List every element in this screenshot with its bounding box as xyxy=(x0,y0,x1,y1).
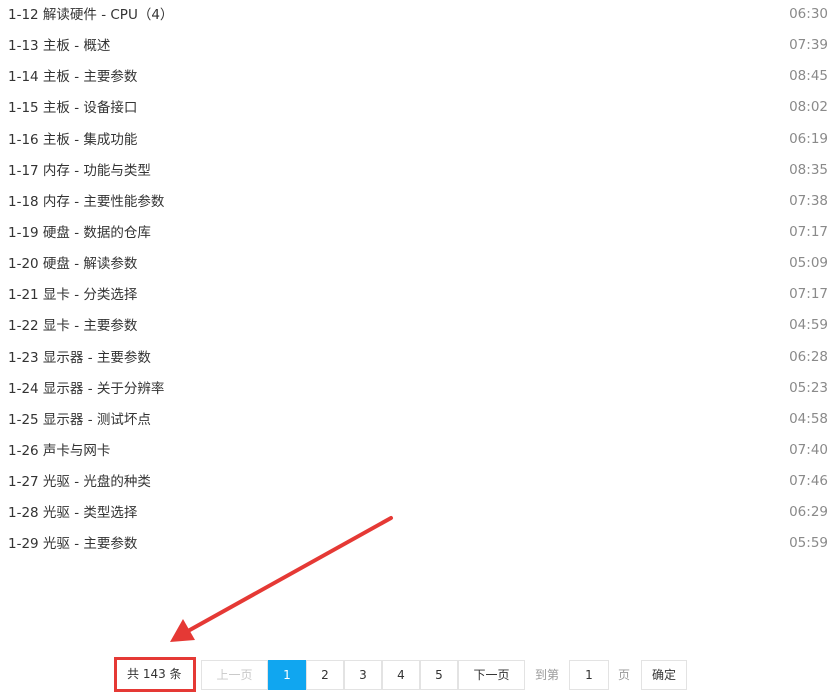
lesson-title: 1-12 解读硬件 - CPU（4） xyxy=(8,7,174,23)
lesson-row[interactable]: 1-21 显卡 - 分类选择 07:17 xyxy=(0,280,834,311)
lesson-row[interactable]: 1-22 显卡 - 主要参数 04:59 xyxy=(0,311,834,342)
lesson-title: 1-20 硬盘 - 解读参数 xyxy=(8,256,138,273)
lesson-title: 1-16 主板 - 集成功能 xyxy=(8,131,138,148)
page-button-3[interactable]: 3 xyxy=(344,660,382,690)
lesson-title: 1-23 显示器 - 主要参数 xyxy=(8,349,151,366)
lesson-duration: 06:30 xyxy=(789,6,828,22)
pagination: 共 143 条 上一页 1 2 3 4 5 下一页 到第 页 确定 xyxy=(114,657,694,692)
lesson-duration: 06:19 xyxy=(789,130,828,147)
lesson-title: 1-17 内存 - 功能与类型 xyxy=(8,162,151,179)
prev-page-button[interactable]: 上一页 xyxy=(201,660,268,690)
lesson-title: 1-26 声卡与网卡 xyxy=(8,442,111,459)
lesson-duration: 07:38 xyxy=(789,192,828,209)
lesson-title: 1-25 显示器 - 测试坏点 xyxy=(8,411,151,428)
page-button-1[interactable]: 1 xyxy=(268,660,306,690)
lesson-row[interactable]: 1-23 显示器 - 主要参数 06:28 xyxy=(0,343,834,374)
lesson-row[interactable]: 1-20 硬盘 - 解读参数 05:09 xyxy=(0,249,834,280)
lesson-title: 1-13 主板 - 概述 xyxy=(8,38,111,55)
page: 1-12 解读硬件 - CPU（4） 06:30 1-13 主板 - 概述 07:3… xyxy=(0,0,834,698)
lesson-row[interactable]: 1-25 显示器 - 测试坏点 04:58 xyxy=(0,405,834,436)
lesson-duration: 08:45 xyxy=(789,68,828,85)
lesson-title: 1-14 主板 - 主要参数 xyxy=(8,69,138,86)
lesson-row[interactable]: 1-28 光驱 - 类型选择 06:29 xyxy=(0,498,834,529)
lesson-duration: 04:58 xyxy=(789,410,828,427)
page-unit-label: 页 xyxy=(617,668,630,682)
lesson-row[interactable]: 1-15 主板 - 设备接口 08:02 xyxy=(0,93,834,124)
total-count: 共 143 条 xyxy=(114,657,196,692)
lesson-title: 1-19 硬盘 - 数据的仓库 xyxy=(8,224,151,241)
lesson-row[interactable]: 1-12 解读硬件 - CPU（4） 06:30 xyxy=(0,0,834,31)
lesson-duration: 07:17 xyxy=(789,286,828,303)
lesson-title: 1-22 显卡 - 主要参数 xyxy=(8,318,138,335)
lesson-title: 1-18 内存 - 主要性能参数 xyxy=(8,193,165,210)
lesson-title: 1-21 显卡 - 分类选择 xyxy=(8,287,138,304)
lesson-row[interactable]: 1-29 光驱 - 主要参数 05:59 xyxy=(0,529,834,560)
confirm-button[interactable]: 确定 xyxy=(641,660,687,690)
lesson-row[interactable]: 1-24 显示器 - 关于分辨率 05:23 xyxy=(0,374,834,405)
lesson-duration: 06:29 xyxy=(789,504,828,521)
lesson-list: 1-12 解读硬件 - CPU（4） 06:30 1-13 主板 - 概述 07:3… xyxy=(0,0,834,561)
lesson-duration: 05:23 xyxy=(789,379,828,396)
lesson-row[interactable]: 1-19 硬盘 - 数据的仓库 07:17 xyxy=(0,218,834,249)
next-page-button[interactable]: 下一页 xyxy=(458,660,525,690)
lesson-title: 1-27 光驱 - 光盘的种类 xyxy=(8,474,151,491)
lesson-title: 1-24 显示器 - 关于分辨率 xyxy=(8,380,165,397)
lesson-duration: 05:59 xyxy=(789,535,828,552)
lesson-duration: 05:09 xyxy=(789,255,828,272)
lesson-duration: 04:59 xyxy=(789,317,828,334)
lesson-row[interactable]: 1-14 主板 - 主要参数 08:45 xyxy=(0,62,834,93)
lesson-title: 1-29 光驱 - 主要参数 xyxy=(8,536,138,553)
lesson-title: 1-15 主板 - 设备接口 xyxy=(8,100,138,117)
lesson-title: 1-28 光驱 - 类型选择 xyxy=(8,505,138,522)
page-button-5[interactable]: 5 xyxy=(420,660,458,690)
goto-label: 到第 xyxy=(534,668,559,682)
lesson-row[interactable]: 1-18 内存 - 主要性能参数 07:38 xyxy=(0,187,834,218)
page-button-2[interactable]: 2 xyxy=(306,660,344,690)
lesson-duration: 07:46 xyxy=(789,473,828,490)
lesson-duration: 07:39 xyxy=(789,37,828,54)
lesson-duration: 06:28 xyxy=(789,348,828,365)
lesson-duration: 07:40 xyxy=(789,441,828,458)
lesson-duration: 08:35 xyxy=(789,161,828,178)
lesson-row[interactable]: 1-17 内存 - 功能与类型 08:35 xyxy=(0,156,834,187)
goto-page-input[interactable] xyxy=(569,660,609,690)
lesson-row[interactable]: 1-13 主板 - 概述 07:39 xyxy=(0,31,834,62)
lesson-row[interactable]: 1-16 主板 - 集成功能 06:19 xyxy=(0,125,834,156)
lesson-duration: 07:17 xyxy=(789,223,828,240)
page-button-4[interactable]: 4 xyxy=(382,660,420,690)
lesson-duration: 08:02 xyxy=(789,99,828,116)
lesson-row[interactable]: 1-27 光驱 - 光盘的种类 07:46 xyxy=(0,467,834,498)
lesson-row[interactable]: 1-26 声卡与网卡 07:40 xyxy=(0,436,834,467)
